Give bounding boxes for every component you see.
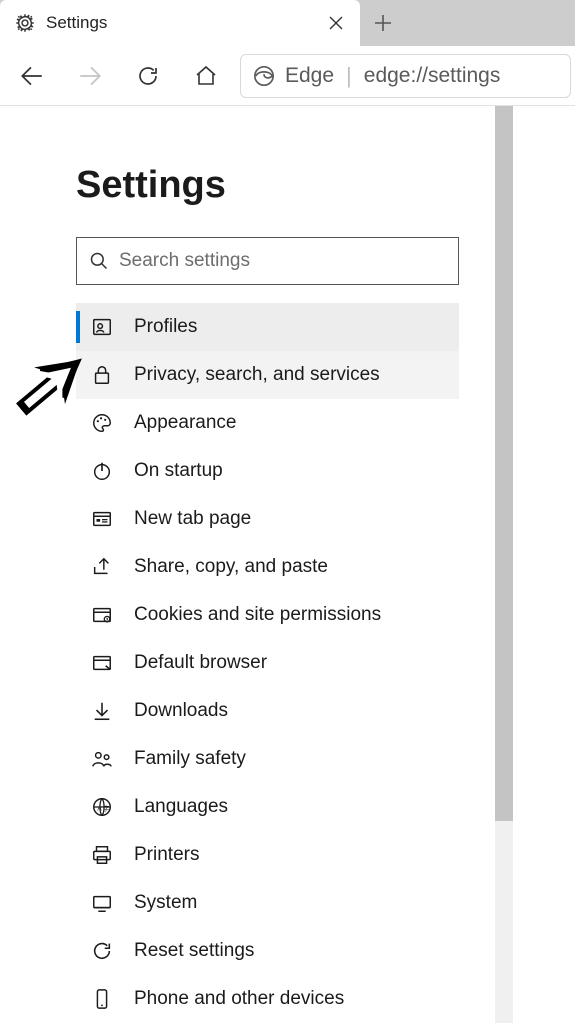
newtab-icon bbox=[90, 507, 114, 531]
languages-icon bbox=[90, 795, 114, 819]
browser-toolbar: Edge | edge://settings bbox=[0, 46, 575, 106]
scrollbar-thumb[interactable] bbox=[495, 106, 513, 821]
nav-item-label: New tab page bbox=[134, 508, 251, 530]
nav-item-label: Profiles bbox=[134, 316, 197, 338]
gear-icon bbox=[14, 12, 36, 34]
cookies-icon bbox=[90, 603, 114, 627]
printer-icon bbox=[90, 843, 114, 867]
back-button[interactable] bbox=[4, 48, 60, 104]
nav-item-family[interactable]: Family safety bbox=[76, 735, 459, 783]
close-tab-button[interactable] bbox=[322, 9, 350, 37]
settings-page: Settings Profiles Privacy, search, and se… bbox=[0, 106, 513, 1023]
search-input[interactable] bbox=[119, 250, 446, 272]
system-icon bbox=[90, 891, 114, 915]
nav-item-cookies[interactable]: Cookies and site permissions bbox=[76, 591, 459, 639]
address-bar[interactable]: Edge | edge://settings bbox=[240, 54, 571, 98]
nav-item-lock[interactable]: Privacy, search, and services bbox=[76, 351, 459, 399]
nav-item-label: Downloads bbox=[134, 700, 228, 722]
page-title: Settings bbox=[76, 164, 513, 207]
content-pane bbox=[513, 106, 575, 1023]
nav-item-label: Appearance bbox=[134, 412, 236, 434]
nav-item-label: Share, copy, and paste bbox=[134, 556, 328, 578]
forward-button[interactable] bbox=[62, 48, 118, 104]
nav-item-label: System bbox=[134, 892, 197, 914]
nav-item-label: On startup bbox=[134, 460, 223, 482]
nav-item-label: Phone and other devices bbox=[134, 988, 344, 1010]
home-button[interactable] bbox=[178, 48, 234, 104]
reset-icon bbox=[90, 939, 114, 963]
nav-item-label: Default browser bbox=[134, 652, 267, 674]
address-brand: Edge bbox=[285, 64, 334, 88]
browser-tab-settings[interactable]: Settings bbox=[0, 0, 360, 46]
share-icon bbox=[90, 555, 114, 579]
nav-item-palette[interactable]: Appearance bbox=[76, 399, 459, 447]
nav-item-download[interactable]: Downloads bbox=[76, 687, 459, 735]
tab-title: Settings bbox=[46, 13, 312, 33]
nav-item-reset[interactable]: Reset settings bbox=[76, 927, 459, 975]
address-separator: | bbox=[344, 63, 354, 89]
settings-nav: Profiles Privacy, search, and services App… bbox=[76, 303, 459, 1023]
power-icon bbox=[90, 459, 114, 483]
nav-item-phone[interactable]: Phone and other devices bbox=[76, 975, 459, 1023]
nav-item-label: Privacy, search, and services bbox=[134, 364, 380, 386]
settings-search-box[interactable] bbox=[76, 237, 459, 285]
nav-item-printer[interactable]: Printers bbox=[76, 831, 459, 879]
nav-item-label: Printers bbox=[134, 844, 199, 866]
nav-item-label: Reset settings bbox=[134, 940, 254, 962]
nav-item-profile[interactable]: Profiles bbox=[76, 303, 459, 351]
scrollbar[interactable] bbox=[495, 106, 513, 1023]
address-url: edge://settings bbox=[364, 64, 501, 88]
nav-item-newtab[interactable]: New tab page bbox=[76, 495, 459, 543]
profile-icon bbox=[90, 315, 114, 339]
family-icon bbox=[90, 747, 114, 771]
nav-item-label: Cookies and site permissions bbox=[134, 604, 381, 626]
nav-item-power[interactable]: On startup bbox=[76, 447, 459, 495]
tab-strip: Settings bbox=[0, 0, 575, 46]
nav-item-browser[interactable]: Default browser bbox=[76, 639, 459, 687]
nav-item-label: Family safety bbox=[134, 748, 246, 770]
lock-icon bbox=[90, 363, 114, 387]
edge-logo-icon bbox=[253, 65, 275, 87]
nav-item-languages[interactable]: Languages bbox=[76, 783, 459, 831]
refresh-button[interactable] bbox=[120, 48, 176, 104]
new-tab-button[interactable] bbox=[360, 0, 406, 46]
nav-item-label: Languages bbox=[134, 796, 228, 818]
search-icon bbox=[89, 251, 109, 271]
download-icon bbox=[90, 699, 114, 723]
nav-item-system[interactable]: System bbox=[76, 879, 459, 927]
palette-icon bbox=[90, 411, 114, 435]
phone-icon bbox=[90, 987, 114, 1011]
browser-icon bbox=[90, 651, 114, 675]
nav-item-share[interactable]: Share, copy, and paste bbox=[76, 543, 459, 591]
